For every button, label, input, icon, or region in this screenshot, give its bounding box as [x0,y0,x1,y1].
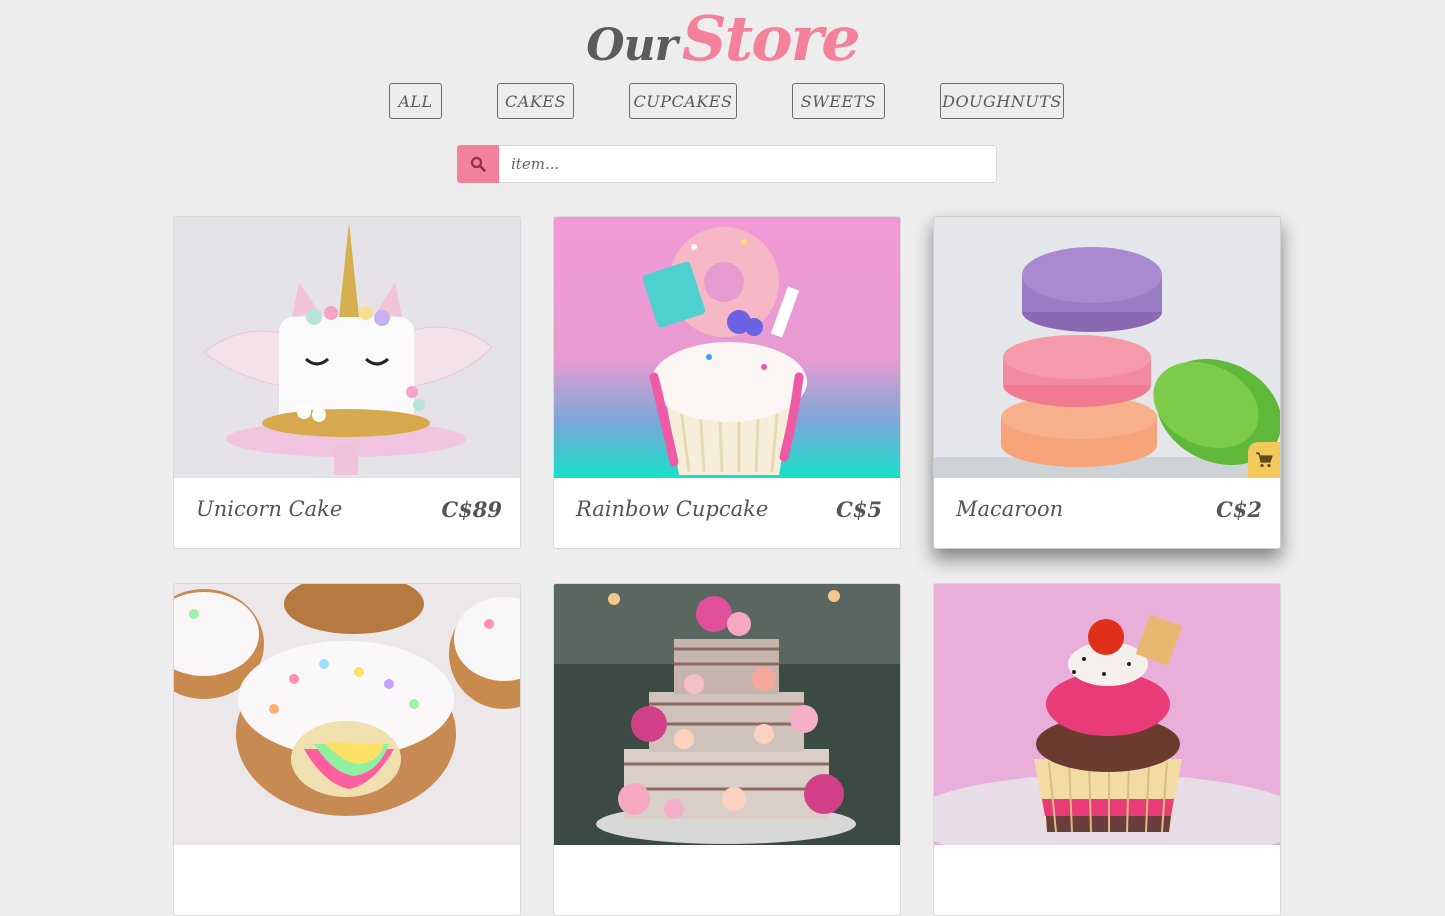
add-to-cart-button[interactable] [1248,442,1280,478]
page-title: Our Store [0,2,1445,75]
product-image-doughnut [174,584,520,845]
product-image-unicorn-cake [174,217,520,478]
product-card-floral-cake[interactable] [553,583,901,916]
product-name: Unicorn Cake [196,497,343,521]
filter-all-button[interactable]: ALL [389,83,442,119]
product-image-pink-cupcake [934,584,1280,845]
product-name: Macaroon [956,497,1064,521]
product-image-floral-cake [554,584,900,845]
product-card-unicorn-cake[interactable]: Unicorn Cake C$89 [173,216,521,549]
product-card-pink-cupcake[interactable] [933,583,1281,916]
filter-cupcakes-button[interactable]: CUPCAKES [629,83,737,119]
search-input[interactable] [499,145,997,183]
product-image-rainbow-cupcake [554,217,900,478]
product-price: C$5 [836,497,882,522]
product-card-rainbow-cupcake[interactable]: Rainbow Cupcake C$5 [553,216,901,549]
filter-sweets-button[interactable]: SWEETS [792,83,885,119]
product-card-macaroon[interactable]: Macaroon C$2 [933,216,1281,549]
search-bar [457,145,997,183]
search-button[interactable] [457,145,499,183]
product-image-macaroon [934,217,1280,478]
product-card-doughnut[interactable] [173,583,521,916]
product-price: C$89 [441,497,502,522]
title-store: Store [681,2,861,75]
product-name: Rainbow Cupcake [576,497,769,521]
category-filters: ALL CAKES CUPCAKES SWEETS DOUGHNUTS [0,83,1445,121]
filter-doughnuts-button[interactable]: DOUGHNUTS [940,83,1064,119]
title-our: Our [586,20,677,71]
filter-cakes-button[interactable]: CAKES [497,83,574,119]
product-price: C$2 [1216,497,1262,522]
search-icon [470,156,486,172]
cart-icon [1256,452,1273,468]
